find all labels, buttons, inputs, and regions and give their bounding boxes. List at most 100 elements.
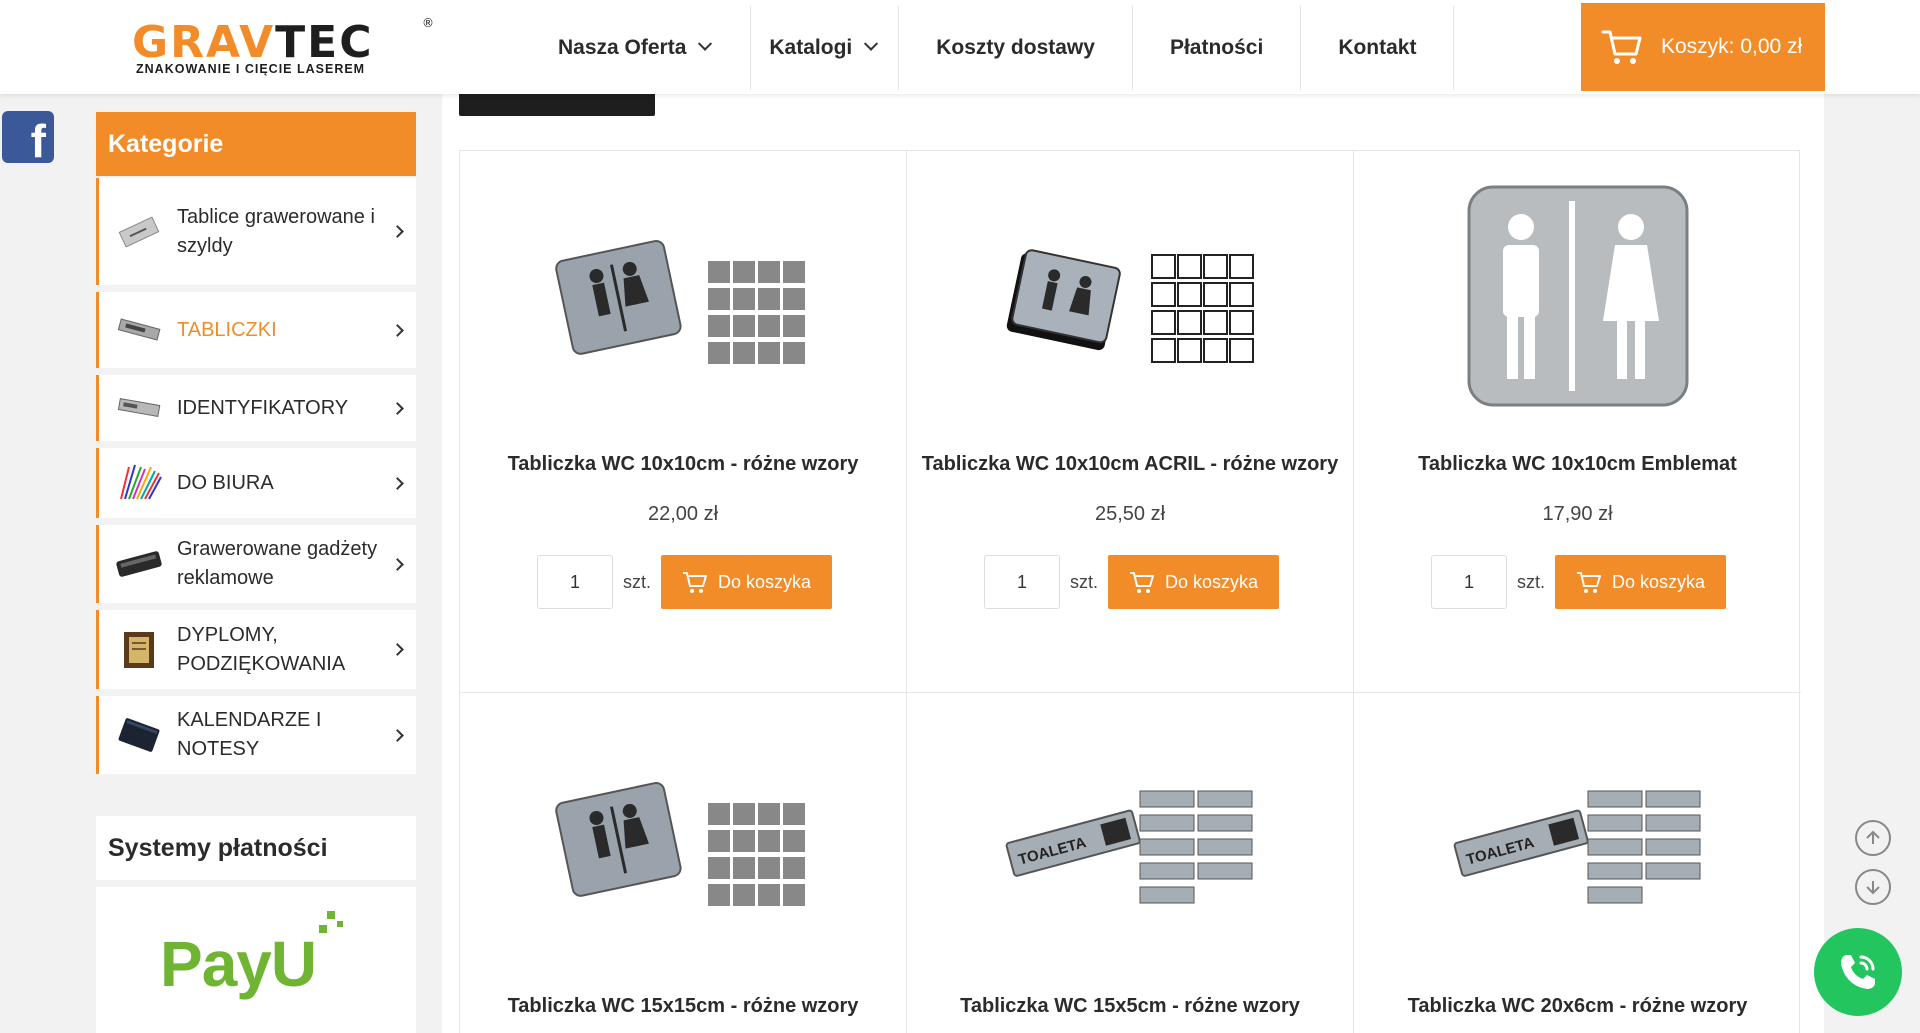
quantity-input[interactable]: 1: [537, 555, 613, 609]
payu-logo[interactable]: PayU: [160, 927, 317, 1001]
product-price: 22,00 zł: [647, 503, 719, 525]
product-card: Tabliczka WC 10x10cm ACRIL - różne wzory…: [907, 151, 1354, 693]
category-thumbnail: [115, 463, 163, 503]
chevron-right-icon: [391, 401, 404, 415]
product-card: Tabliczka WC 10x10cm Emblemat 17,90 zł 1…: [1354, 151, 1801, 693]
category-thumbnail: [115, 544, 163, 584]
nav-koszty-dostawy[interactable]: Koszty dostawy: [899, 6, 1133, 90]
site-header: GRAVTEC ® ZNAKOWANIE I CIĘCIE LASEREM Na…: [0, 0, 1920, 94]
product-card: TOALETA Tabliczka WC 15x5cm - różne wzor…: [907, 693, 1354, 1033]
sidebar-item-label: KALENDARZE I NOTESY: [177, 709, 322, 760]
nav-platnosci-label: Płatności: [1169, 36, 1264, 59]
sidebar-item-label: Grawerowane gadżety reklamowe: [177, 538, 378, 589]
gravtec-logo[interactable]: GRAVTEC ® ZNAKOWANIE I CIĘCIE LASEREM: [132, 16, 434, 78]
product-card: TOALETA Tabliczka WC 20x6cm - różne wzor…: [1354, 693, 1801, 1033]
category-thumbnail: [115, 212, 163, 252]
sidebar-item-tablice[interactable]: Tablice grawerowane i szyldy: [96, 178, 416, 285]
sidebar: Kategorie Tablice grawerowane i szyldy T…: [96, 112, 416, 781]
product-title[interactable]: Tabliczka WC 15x15cm - różne wzory: [460, 995, 906, 1018]
sidebar-item-label: IDENTYFIKATORY: [177, 396, 349, 419]
add-to-cart-label: Do koszyka: [1611, 571, 1706, 592]
category-thumbnail: [115, 715, 163, 755]
product-title[interactable]: Tabliczka WC 10x10cm Emblemat: [1354, 453, 1801, 476]
chevron-right-icon: [391, 728, 404, 742]
chevron-down-icon: [864, 36, 879, 51]
categories-header: Kategorie: [96, 112, 416, 176]
nav-koszty-dostawy-label: Koszty dostawy: [936, 36, 1095, 59]
add-to-cart-label: Do koszyka: [717, 571, 812, 592]
buy-controls: 1 szt. Do koszyka: [984, 555, 1280, 609]
payu-logo-accent: [319, 911, 343, 933]
chevron-right-icon: [391, 557, 404, 571]
cart-button[interactable]: Koszyk: 0,00 zł: [1581, 3, 1825, 91]
cart-label: Koszyk: 0,00 zł: [1661, 35, 1803, 58]
payment-systems-box: PayU: [96, 887, 416, 1033]
add-to-cart-button[interactable]: Do koszyka: [1108, 555, 1280, 609]
category-thumbnail: [115, 388, 163, 428]
sidebar-item-dyplomy[interactable]: DYPLOMY, PODZIĘKOWANIA: [96, 610, 416, 689]
add-to-cart-button[interactable]: Do koszyka: [1555, 555, 1727, 609]
scroll-down-icon[interactable]: [1855, 869, 1891, 905]
logo-wordmark: GRAVTEC: [132, 17, 374, 68]
quantity-input[interactable]: 1: [1431, 555, 1507, 609]
product-image[interactable]: TOALETA: [1354, 693, 1801, 983]
category-thumbnail: [115, 310, 163, 350]
sidebar-item-do-biura[interactable]: DO BIURA: [96, 448, 416, 518]
product-title[interactable]: Tabliczka WC 20x6cm - różne wzory: [1354, 995, 1801, 1018]
logo-registered-mark: ®: [422, 16, 434, 30]
product-image[interactable]: [460, 693, 906, 983]
quantity-input[interactable]: 1: [984, 555, 1060, 609]
sidebar-item-label: DYPLOMY, PODZIĘKOWANIA: [177, 623, 346, 675]
nav-platnosci[interactable]: Płatności: [1133, 6, 1302, 90]
chevron-right-icon: [391, 643, 404, 656]
add-to-cart-label: Do koszyka: [1164, 571, 1259, 592]
buy-controls: 1 szt. Do koszyka: [537, 555, 833, 609]
product-grid: Tabliczka WC 10x10cm - różne wzory 22,00…: [459, 150, 1801, 1033]
sidebar-item-label: DO BIURA: [177, 471, 274, 494]
logo-tagline: ZNAKOWANIE I CIĘCIE LASEREM: [136, 62, 366, 76]
cart-icon: [682, 572, 707, 593]
cart-icon: [1601, 30, 1642, 64]
product-card: Tabliczka WC 15x15cm - różne wzory: [460, 693, 907, 1033]
product-price: 25,50 zł: [1094, 503, 1166, 525]
chevron-right-icon: [391, 476, 404, 490]
quantity-unit: szt.: [1070, 571, 1099, 592]
scroll-up-icon[interactable]: [1855, 820, 1891, 856]
category-thumbnail: [115, 630, 163, 670]
product-image[interactable]: TOALETA: [907, 693, 1353, 983]
chevron-down-icon: [698, 36, 713, 51]
facebook-icon[interactable]: f: [2, 111, 54, 163]
nav-kontakt-label: Kontakt: [1338, 36, 1417, 59]
product-title[interactable]: Tabliczka WC 10x10cm ACRIL - różne wzory: [907, 453, 1353, 476]
product-price: 17,90 zł: [1542, 503, 1613, 525]
nav-nasza-oferta-label: Nasza Oferta: [558, 36, 687, 59]
product-title[interactable]: Tabliczka WC 10x10cm - różne wzory: [460, 453, 906, 476]
product-card: Tabliczka WC 10x10cm - różne wzory 22,00…: [460, 151, 907, 693]
sidebar-item-label: Tablice grawerowane i szyldy: [177, 205, 375, 257]
sidebar-item-kalendarze[interactable]: KALENDARZE I NOTESY: [96, 696, 416, 774]
nav-katalogi-label: Katalogi: [769, 36, 853, 59]
sidebar-item-tabliczki[interactable]: TABLICZKI: [96, 292, 416, 368]
quantity-unit: szt.: [1517, 571, 1546, 592]
sidebar-item-identyfikatory[interactable]: IDENTYFIKATORY: [96, 375, 416, 441]
product-image[interactable]: [907, 151, 1353, 441]
cart-icon: [1576, 572, 1601, 593]
nav-nasza-oferta[interactable]: Nasza Oferta: [540, 6, 752, 90]
sidebar-item-label: TABLICZKI: [177, 318, 277, 341]
category-list: Tablice grawerowane i szyldy TABLICZKI I…: [96, 178, 416, 774]
product-image[interactable]: [460, 151, 906, 441]
product-image[interactable]: [1354, 151, 1801, 441]
nav-katalogi[interactable]: Katalogi: [751, 6, 900, 90]
chevron-right-icon: [391, 323, 404, 337]
quantity-unit: szt.: [623, 571, 652, 592]
add-to-cart-button[interactable]: Do koszyka: [661, 555, 833, 609]
buy-controls: 1 szt. Do koszyka: [1431, 555, 1727, 609]
phone-call-icon[interactable]: [1814, 928, 1902, 1016]
product-title[interactable]: Tabliczka WC 15x5cm - różne wzory: [907, 995, 1353, 1018]
nav-kontakt[interactable]: Kontakt: [1301, 6, 1455, 90]
main-nav: Nasza Oferta Katalogi Koszty dostawy Pła…: [540, 6, 1455, 90]
payment-systems-header: Systemy płatności: [96, 816, 416, 880]
cart-icon: [1129, 572, 1154, 593]
sidebar-item-gadzety[interactable]: Grawerowane gadżety reklamowe: [96, 525, 416, 603]
chevron-right-icon: [391, 225, 404, 238]
